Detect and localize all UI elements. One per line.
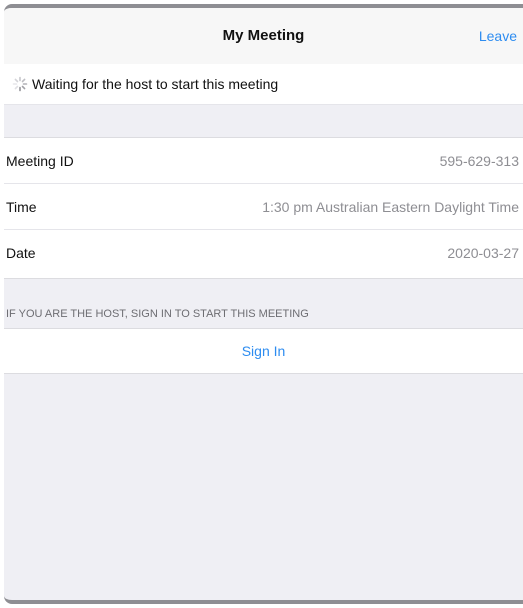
time-row: Time 1:30 pm Australian Eastern Daylight… [4, 184, 523, 230]
waiting-status-row: Waiting for the host to start this meeti… [4, 64, 523, 105]
navigation-bar: My Meeting Leave [4, 8, 523, 65]
date-value: 2020-03-27 [447, 245, 519, 261]
meeting-id-value: 595-629-313 [439, 153, 519, 169]
sign-in-label: Sign In [241, 343, 286, 359]
host-section-header: IF YOU ARE THE HOST, SIGN IN TO START TH… [6, 308, 309, 320]
date-label: Date [6, 245, 36, 261]
meeting-sheet: My Meeting Leave Waiting for the host to… [4, 4, 523, 604]
loading-spinner-icon [12, 76, 28, 92]
time-label: Time [6, 199, 37, 215]
meeting-id-label: Meeting ID [6, 153, 74, 169]
meeting-details-card: Meeting ID 595-629-313 Time 1:30 pm Aust… [4, 137, 523, 279]
meeting-id-row: Meeting ID 595-629-313 [4, 138, 523, 184]
sign-in-button[interactable]: Sign In [4, 328, 523, 374]
leave-button[interactable]: Leave [479, 8, 517, 64]
date-row: Date 2020-03-27 [4, 230, 523, 276]
time-value: 1:30 pm Australian Eastern Daylight Time [262, 199, 519, 215]
page-title: My Meeting [222, 27, 305, 44]
waiting-status-text: Waiting for the host to start this meeti… [32, 76, 279, 92]
